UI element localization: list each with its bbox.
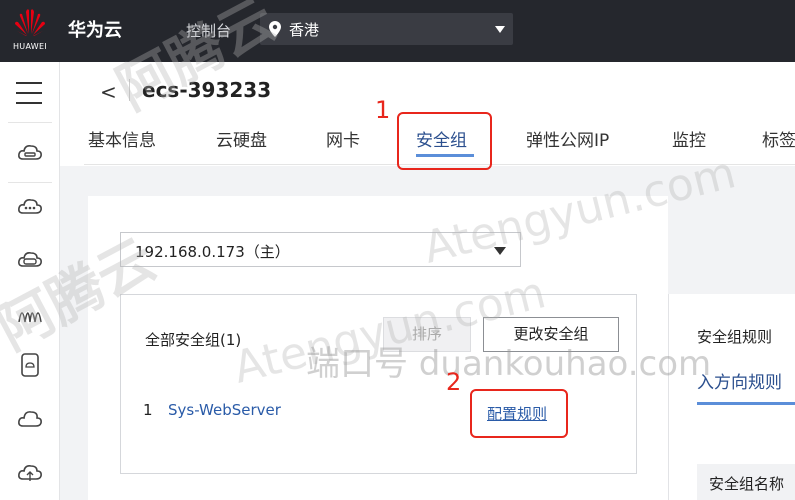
rules-table-header: 安全组名称 [697,464,795,500]
chevron-down-icon [495,26,505,33]
region-selector[interactable]: 香港 [260,13,513,45]
console-link[interactable]: 控制台 [186,20,231,41]
step1-number: 1 [375,96,391,124]
tab-tags[interactable]: 标签 [762,126,795,151]
location-pin-icon [269,21,281,37]
column-header-sg-name: 安全组名称 [709,475,785,493]
page-title: ecs-393233 [142,78,272,102]
network-icon[interactable] [17,300,43,326]
security-group-card: 192.168.0.173（主） 全部安全组(1) 排序 更改安全组 1 Sys… [88,196,668,500]
sidebar [0,62,60,500]
cloud-server-icon[interactable] [17,140,43,166]
all-groups-label: 全部安全组(1) [145,331,242,349]
brand-name[interactable]: 华为云 [68,16,122,42]
top-bar: HUAWEI 华为云 控制台 香港 [0,0,795,62]
cloud-upload-icon[interactable] [17,460,43,486]
cloud-disk-icon[interactable] [17,247,43,273]
tab-basic-info[interactable]: 基本信息 [88,126,156,151]
change-security-group-button[interactable]: 更改安全组 [483,317,619,352]
step1-highlight [397,112,492,170]
tab-eip[interactable]: 弹性公网IP [526,126,609,151]
cloud-dots-icon[interactable] [17,194,43,220]
tab-inbound-rules[interactable]: 入方向规则 [697,368,782,393]
logo-text: HUAWEI [12,42,48,51]
huawei-petals-icon [15,9,45,36]
security-group-rules-panel: 安全组规则 入方向规则 安全组名称 [668,294,795,500]
header-divider [129,79,130,101]
security-group-name-link[interactable]: Sys-WebServer [168,401,281,419]
huawei-logo[interactable]: HUAWEI [6,6,54,56]
tab-cloud-disk[interactable]: 云硬盘 [216,126,267,151]
tab-nic[interactable]: 网卡 [326,126,360,151]
region-label: 香港 [289,21,320,39]
step2-number: 2 [446,368,462,396]
sort-button[interactable]: 排序 [383,317,471,352]
step2-highlight [470,389,568,438]
menu-icon[interactable] [16,82,42,104]
row-index: 1 [143,401,153,419]
sidebar-divider [8,182,52,183]
tab-monitoring[interactable]: 监控 [672,126,706,151]
cloud-outline-icon[interactable] [17,406,43,432]
device-icon[interactable] [17,352,43,378]
back-arrow-icon[interactable]: < [100,80,117,104]
sidebar-divider [8,122,52,123]
active-tab-indicator [697,402,795,405]
security-group-list: 全部安全组(1) 排序 更改安全组 1 Sys-WebServer 配置规则 [120,294,637,474]
nic-ip-select[interactable]: 192.168.0.173（主） [120,232,521,267]
rules-panel-title: 安全组规则 [697,328,773,346]
nic-ip-value: 192.168.0.173（主） [135,243,290,261]
chevron-down-icon [494,247,506,255]
